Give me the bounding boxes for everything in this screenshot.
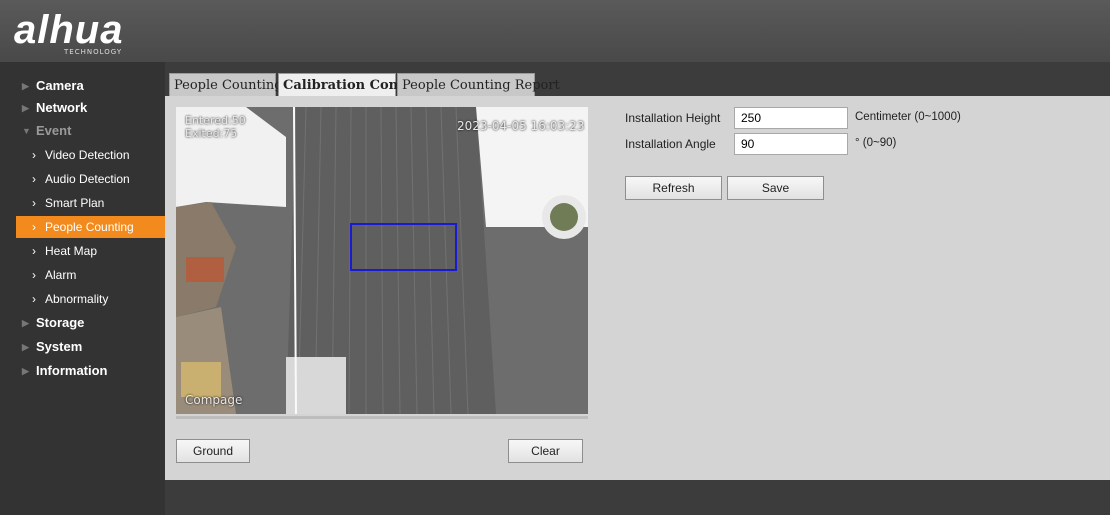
ground-button[interactable]: Ground — [176, 439, 250, 463]
installation-angle-label: Installation Angle — [625, 137, 716, 151]
sidebar-item-people-counting[interactable]: › People Counting — [16, 216, 165, 238]
sidebar-item-label: Smart Plan — [45, 196, 105, 210]
tab-calibration-config[interactable]: Calibration Config — [278, 73, 417, 96]
caret-right-icon: ▶ — [22, 81, 29, 91]
sidebar-item-heat-map[interactable]: › Heat Map — [0, 240, 165, 262]
sidebar: ▶ Camera ▶ Network ▼ Event › Video Detec… — [0, 62, 165, 515]
brand-logo: alhua — [14, 10, 123, 50]
header-bar: alhua TECHNOLOGY — [0, 0, 1110, 62]
sidebar-item-label: Heat Map — [45, 244, 98, 258]
chevron-right-icon: › — [32, 172, 36, 186]
sidebar-item-label: System — [36, 339, 83, 354]
caret-right-icon: ▶ — [22, 318, 29, 328]
chevron-right-icon: › — [32, 292, 36, 306]
sidebar-item-storage[interactable]: ▶ Storage — [0, 312, 165, 334]
video-watermark: Compage — [185, 393, 243, 407]
sidebar-item-system[interactable]: ▶ System — [0, 336, 165, 358]
sidebar-item-network[interactable]: ▶ Network — [0, 97, 165, 119]
sidebar-item-label: Event — [36, 123, 72, 138]
sidebar-item-label: People Counting — [45, 220, 134, 234]
chevron-right-icon: › — [32, 268, 36, 282]
sidebar-item-label: Alarm — [45, 268, 77, 282]
installation-angle-input[interactable] — [734, 133, 848, 155]
refresh-button[interactable]: Refresh — [625, 176, 722, 200]
sidebar-item-abnormality[interactable]: › Abnormality — [0, 288, 165, 310]
caret-down-icon: ▼ — [22, 126, 31, 136]
clear-button[interactable]: Clear — [508, 439, 583, 463]
calibration-area[interactable] — [350, 223, 457, 271]
chevron-right-icon: › — [32, 244, 36, 258]
sidebar-item-event[interactable]: ▼ Event — [0, 120, 165, 142]
sidebar-item-audio-detection[interactable]: › Audio Detection — [0, 168, 165, 190]
installation-angle-unit: ° (0~90) — [855, 137, 897, 149]
sidebar-item-information[interactable]: ▶ Information — [0, 360, 165, 382]
sidebar-item-alarm[interactable]: › Alarm — [0, 264, 165, 286]
installation-height-unit: Centimeter (0~1000) — [855, 111, 961, 123]
sidebar-item-label: Camera — [36, 78, 84, 93]
installation-height-input[interactable] — [734, 107, 848, 129]
chevron-right-icon: › — [32, 148, 36, 162]
save-button[interactable]: Save — [727, 176, 824, 200]
tab-people-counting[interactable]: People Counting — [169, 73, 283, 96]
chevron-right-icon: › — [32, 196, 36, 210]
video-timestamp: 2023-04-05 16:03:23 — [457, 119, 585, 133]
sidebar-item-camera[interactable]: ▶ Camera — [0, 75, 165, 97]
sidebar-item-label: Storage — [36, 315, 85, 330]
sidebar-item-label: Network — [36, 100, 88, 115]
sidebar-item-label: Information — [36, 363, 108, 378]
sidebar-item-label: Abnormality — [45, 292, 109, 306]
sidebar-item-label: Video Detection — [45, 148, 130, 162]
sidebar-item-smart-plan[interactable]: › Smart Plan — [0, 192, 165, 214]
brand-subtitle: TECHNOLOGY — [64, 48, 123, 56]
sidebar-item-label: Audio Detection — [45, 172, 130, 186]
exited-count: Exited:75 — [185, 127, 238, 140]
tab-people-counting-report[interactable]: People Counting Report — [397, 73, 560, 96]
caret-right-icon: ▶ — [22, 342, 29, 352]
installation-height-label: Installation Height — [625, 111, 721, 125]
chevron-right-icon: › — [32, 220, 36, 234]
video-scrollbar[interactable] — [176, 416, 588, 419]
main-content: Entered:50 Exited:75 2023-04-05 16:03:23… — [165, 96, 1110, 480]
video-preview[interactable]: Entered:50 Exited:75 2023-04-05 16:03:23… — [176, 107, 588, 414]
entered-count: Entered:50 — [185, 114, 246, 127]
brand-name: alhua — [14, 8, 124, 52]
caret-right-icon: ▶ — [22, 366, 29, 376]
footer-bar — [165, 480, 1110, 515]
caret-right-icon: ▶ — [22, 103, 29, 113]
sidebar-item-video-detection[interactable]: › Video Detection — [0, 144, 165, 166]
